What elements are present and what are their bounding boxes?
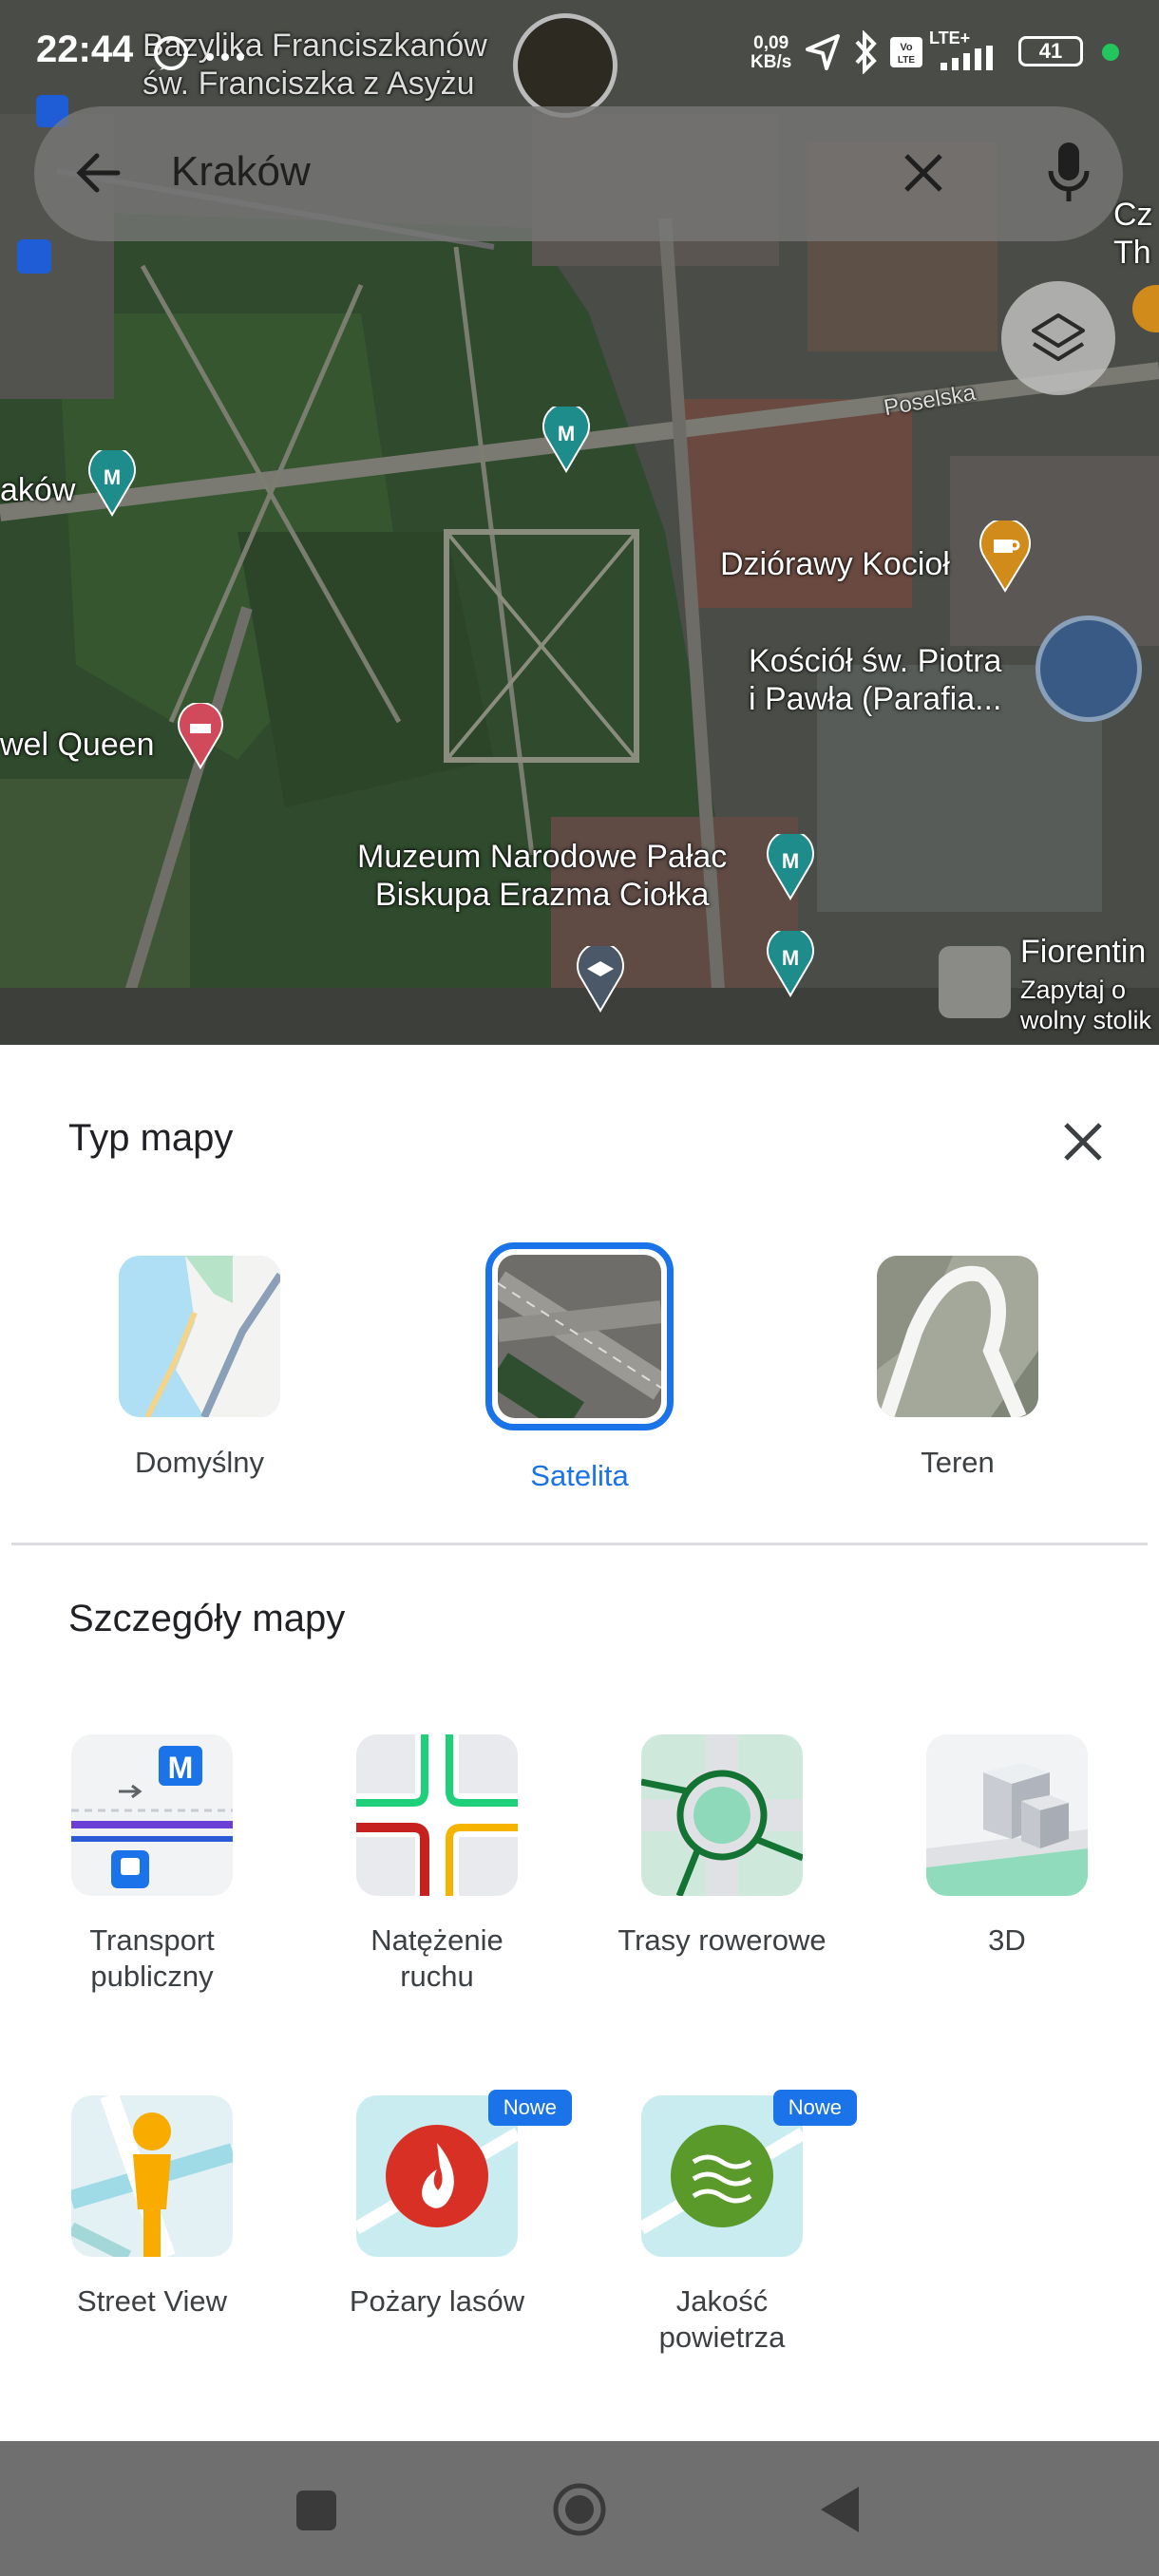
more-notifications-icon: [204, 49, 246, 66]
museum-pin-4[interactable]: M: [766, 926, 815, 1002]
location-arrow-icon: [804, 32, 842, 77]
status-time: 22:44: [36, 28, 134, 70]
map-label-cz[interactable]: Cz Th: [1113, 196, 1153, 272]
map-type-label: Teren: [921, 1446, 995, 1479]
new-badge: Nowe: [487, 2090, 572, 2126]
map-type-label: Satelita: [530, 1459, 629, 1492]
map-type-label: Domyślny: [134, 1446, 265, 1479]
detail-label: Transport publiczny: [89, 1923, 215, 1993]
detail-public-transport[interactable]: M Transport publiczny: [28, 1734, 276, 1995]
battery-indicator: 41: [1018, 36, 1083, 66]
volte-icon: Vo LTE: [889, 36, 923, 73]
detail-traffic[interactable]: Natężenie ruchu: [314, 1734, 560, 1995]
map-view[interactable]: 22:44 0,09 KB/s Vo LTE LTE+ 41 Bazylika F…: [0, 0, 1159, 1045]
svg-text:Vo: Vo: [900, 42, 913, 53]
svg-text:LTE: LTE: [898, 55, 915, 66]
hotel-pin[interactable]: [177, 701, 224, 774]
whatsapp-icon: [152, 34, 190, 77]
svg-text:M: M: [782, 849, 799, 873]
close-sheet-icon[interactable]: [1056, 1115, 1110, 1168]
detail-bike-routes[interactable]: Trasy rowerowe: [598, 1734, 846, 1959]
detail-street-view[interactable]: Street View: [28, 2095, 276, 2320]
detail-label: Street View: [77, 2284, 227, 2318]
new-badge: Nowe: [772, 2090, 857, 2126]
map-label-zapytaj[interactable]: Zapytaj o wolny stolik: [1020, 975, 1151, 1035]
restaurant-table-icon[interactable]: [939, 946, 1011, 1018]
cafe-pin[interactable]: [978, 518, 1032, 597]
home-button[interactable]: [551, 2481, 608, 2543]
bike-routes-thumbnail: [641, 1734, 803, 1896]
bus-stop-icon[interactable]: [17, 239, 51, 274]
museum-pin-1[interactable]: M: [542, 402, 591, 478]
terrain-map-thumbnail: [877, 1256, 1038, 1417]
traffic-thumbnail: [356, 1734, 518, 1896]
back-arrow-icon[interactable]: [70, 144, 127, 206]
section-divider: [11, 1543, 1148, 1545]
university-pin[interactable]: [576, 941, 625, 1017]
detail-label: Pożary lasów: [349, 2284, 525, 2318]
microphone-icon[interactable]: [1045, 141, 1092, 212]
map-options-sheet: Typ mapy Domyślny Satelita Teren Szczegó…: [0, 1045, 1159, 2441]
map-type-terrain[interactable]: Teren: [853, 1256, 1062, 1480]
svg-text:M: M: [168, 1751, 194, 1785]
street-view-thumbnail: [71, 2095, 233, 2257]
detail-label: Jakość powietrza: [658, 2284, 786, 2354]
map-details-title: Szczegóły mapy: [68, 1598, 346, 1639]
3d-thumbnail: [926, 1734, 1088, 1896]
bluetooth-icon: [851, 29, 880, 79]
system-nav-bar: [0, 2441, 1159, 2576]
back-button[interactable]: [817, 2483, 861, 2541]
detail-wildfires[interactable]: Nowe Pożary lasów: [314, 2090, 572, 2320]
map-type-title: Typ mapy: [68, 1117, 234, 1159]
svg-text:M: M: [558, 422, 575, 445]
detail-3d[interactable]: 3D: [884, 1734, 1130, 1959]
map-label-pawel-queen[interactable]: wel Queen: [0, 726, 155, 764]
svg-text:M: M: [782, 946, 799, 970]
map-label-kosciol[interactable]: Kościół św. Piotra i Pawła (Parafia...: [749, 642, 1001, 718]
svg-text:M: M: [104, 465, 121, 489]
signal-icon: [940, 46, 998, 75]
map-type-satellite[interactable]: Satelita: [475, 1242, 684, 1493]
privacy-indicator-dot: [1102, 44, 1119, 61]
network-speed: 0,09 KB/s: [750, 33, 792, 72]
detail-label: 3D: [988, 1923, 1026, 1957]
map-label-fiorentina[interactable]: Fiorentin: [1020, 933, 1146, 971]
detail-label: Natężenie ruchu: [370, 1923, 504, 1993]
public-transport-thumbnail: M: [71, 1734, 233, 1896]
recent-apps-button[interactable]: [294, 2489, 338, 2537]
search-query[interactable]: Kraków: [171, 148, 311, 196]
map-label-akow[interactable]: aków: [0, 471, 75, 509]
detail-label: Trasy rowerowe: [618, 1923, 826, 1957]
satellite-map-thumbnail: [485, 1242, 674, 1430]
default-map-thumbnail: [119, 1256, 280, 1417]
photo-pin-kosciol[interactable]: [1036, 616, 1142, 722]
museum-pin-2[interactable]: M: [87, 445, 137, 521]
search-bar[interactable]: Kraków: [34, 106, 1123, 241]
map-label-muzeum[interactable]: Muzeum Narodowe Pałac Biskupa Erazma Cio…: [357, 838, 727, 914]
map-type-default[interactable]: Domyślny: [95, 1256, 304, 1480]
map-label-dziorawy[interactable]: Dziórawy Kocioł: [720, 545, 950, 583]
detail-air-quality[interactable]: Nowe Jakość powietrza: [598, 2090, 857, 2356]
clear-search-icon[interactable]: [895, 144, 952, 206]
status-bar: 22:44 0,09 KB/s Vo LTE LTE+ 41: [0, 0, 1159, 104]
museum-pin-3[interactable]: M: [766, 829, 815, 905]
layers-button[interactable]: [1001, 281, 1115, 395]
